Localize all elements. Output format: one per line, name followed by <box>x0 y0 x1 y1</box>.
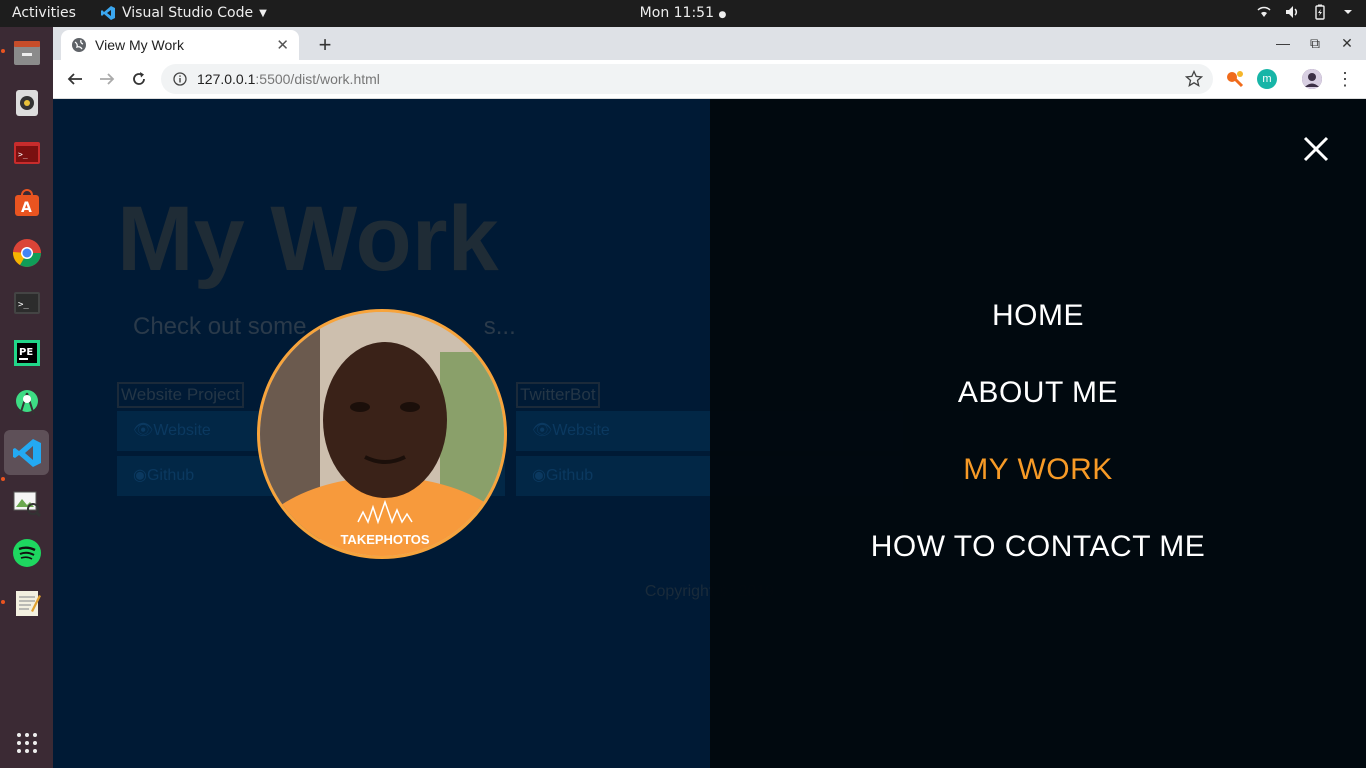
tab-strip: View My Work ✕ + — ⧉ ✕ <box>53 27 1366 60</box>
new-tab-button[interactable]: + <box>313 32 337 58</box>
menu-item-about-me[interactable]: ABOUT ME <box>710 376 1366 410</box>
maximize-button[interactable]: ⧉ <box>1305 35 1325 52</box>
power-menu-icon <box>1344 10 1352 14</box>
dock: >_ A >_ PE <box>0 27 53 768</box>
profile-avatar[interactable] <box>1302 69 1322 89</box>
minimize-button[interactable]: — <box>1273 35 1293 51</box>
dock-item-software-center[interactable]: A <box>4 180 49 225</box>
svg-text:PE: PE <box>19 347 33 358</box>
web-page: My Work Check out some s... Website Proj… <box>53 99 1366 768</box>
spotify-icon <box>12 538 41 567</box>
chevron-down-icon: ▼ <box>259 7 267 19</box>
battery-icon <box>1315 4 1325 20</box>
vscode-icon <box>12 438 41 467</box>
terminal-red-icon: >_ <box>13 141 40 164</box>
arrow-right-icon <box>100 73 115 85</box>
dock-item-spotify[interactable] <box>4 530 49 575</box>
portrait-image: TAKEPHOTOS <box>260 312 504 556</box>
files-icon <box>13 40 40 65</box>
running-indicator <box>1 477 5 481</box>
tab-title: View My Work <box>95 37 184 53</box>
menu-item-my-work[interactable]: MY WORK <box>710 453 1366 487</box>
arrow-left-icon <box>67 73 82 85</box>
wifi-icon <box>1257 6 1271 17</box>
vscode-icon <box>101 6 115 20</box>
reload-icon <box>133 72 145 85</box>
extension-key-button[interactable] <box>1225 69 1245 89</box>
extension-m-button[interactable]: m <box>1257 69 1277 89</box>
svg-text:>_: >_ <box>18 150 28 159</box>
globe-icon <box>72 38 86 52</box>
pycharm-icon: PE <box>13 339 40 366</box>
clock-label[interactable]: Mon 11:51 <box>640 5 714 21</box>
menu-list: HOME ABOUT ME MY WORK HOW TO CONTACT ME <box>710 99 1366 768</box>
key-icon <box>1227 71 1244 88</box>
info-icon <box>173 72 187 86</box>
bookmark-star-icon[interactable] <box>1185 70 1203 88</box>
url-path: :5500/dist/work.html <box>255 71 380 87</box>
reload-button[interactable] <box>128 68 150 90</box>
activities-button[interactable]: Activities <box>12 5 76 21</box>
dock-item-vscode[interactable] <box>4 430 49 475</box>
back-button[interactable] <box>64 68 86 90</box>
app-menu[interactable]: Visual Studio Code ▼ <box>100 5 267 21</box>
app-menu-label: Visual Studio Code <box>122 5 254 21</box>
avatar-icon <box>1302 69 1322 89</box>
url-host: 127.0.0.1 <box>197 71 256 87</box>
close-tab-icon[interactable]: ✕ <box>276 36 289 54</box>
terminal-icon: >_ <box>13 291 40 314</box>
show-applications-button[interactable] <box>4 720 49 765</box>
notification-dot-icon: ● <box>718 10 727 20</box>
close-window-button[interactable]: ✕ <box>1337 35 1357 52</box>
dock-item-android-studio[interactable] <box>4 380 49 425</box>
profile-portrait: TAKEPHOTOS <box>257 309 507 559</box>
browser-toolbar: 127.0.0.1:5500/dist/work.html m ⋮ <box>53 60 1366 99</box>
dock-item-text-editor[interactable] <box>4 580 49 625</box>
svg-text:>_: >_ <box>18 300 29 310</box>
menu-item-home[interactable]: HOME <box>710 299 1366 333</box>
portrait-watermark: TAKEPHOTOS <box>340 532 429 547</box>
extension-m-label: m <box>1262 73 1272 85</box>
address-bar[interactable]: 127.0.0.1:5500/dist/work.html <box>161 64 1213 94</box>
volume-icon <box>1286 6 1298 18</box>
browser-window: View My Work ✕ + — ⧉ ✕ 127.0.0.1:5500/di… <box>53 27 1366 768</box>
software-center-icon: A <box>14 188 39 216</box>
text-editor-icon <box>15 590 41 616</box>
rhythmbox-icon <box>15 89 38 116</box>
chrome-icon <box>12 238 41 267</box>
dock-item-image-viewer[interactable] <box>4 480 49 525</box>
dock-item-terminal-red[interactable]: >_ <box>4 130 49 175</box>
menu-branding-panel: TAKEPHOTOS <box>53 99 710 768</box>
forward-button[interactable] <box>96 68 118 90</box>
dock-item-rhythmbox[interactable] <box>4 80 49 125</box>
menu-item-how-to-contact-me[interactable]: HOW TO CONTACT ME <box>710 530 1366 564</box>
image-viewer-icon <box>13 491 41 517</box>
more-vertical-icon: ⋮ <box>1336 68 1354 89</box>
android-studio-icon <box>15 389 38 415</box>
dock-item-chrome[interactable] <box>4 230 49 275</box>
app-grid-icon <box>16 732 37 753</box>
svg-text:A: A <box>21 200 32 216</box>
dock-item-terminal[interactable]: >_ <box>4 280 49 325</box>
menu-nav-panel: HOME ABOUT ME MY WORK HOW TO CONTACT ME <box>710 99 1366 768</box>
system-top-bar: Activities Visual Studio Code ▼ Mon 11:5… <box>0 0 1366 27</box>
tab-view-my-work[interactable]: View My Work ✕ <box>61 30 299 60</box>
dock-item-pycharm[interactable]: PE <box>4 330 49 375</box>
chrome-menu-button[interactable]: ⋮ <box>1335 69 1355 89</box>
dock-item-files[interactable] <box>4 30 49 75</box>
system-tray[interactable] <box>1256 4 1356 20</box>
